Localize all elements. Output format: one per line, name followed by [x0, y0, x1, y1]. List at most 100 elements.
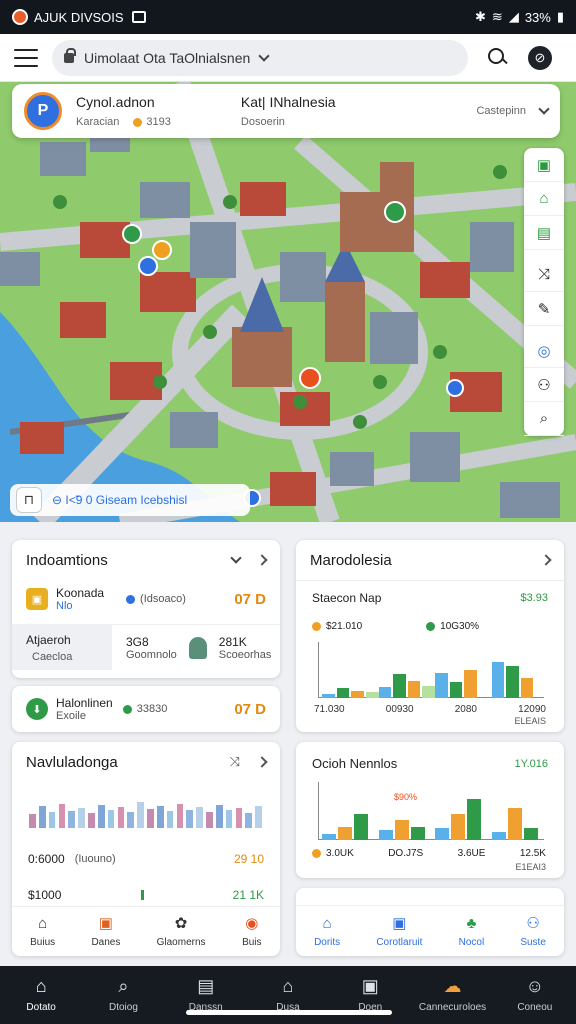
- home-indicator[interactable]: [186, 1010, 392, 1015]
- bluetooth-icon: ✱: [475, 9, 486, 24]
- address-text: Uimolaat Ota TaOlnialsnen: [84, 49, 251, 66]
- ocioh-card[interactable]: Ocioh Nennlos 1Y.016 $90% 3.0UK DO.J7S 3…: [296, 742, 564, 878]
- nav-connections[interactable]: ☁ Cannecuroloes: [417, 976, 489, 1013]
- tab-danes[interactable]: ▣ Danes: [91, 915, 120, 948]
- chevron-down-icon[interactable]: [538, 103, 550, 115]
- chart-bar: [97, 804, 105, 828]
- tab-label: Buis: [242, 937, 262, 948]
- address-bar[interactable]: Uimolaat Ota TaOlnialsnen: [52, 39, 468, 76]
- chevron-right-icon[interactable]: [540, 554, 552, 566]
- chart-bar: [38, 806, 46, 828]
- chevron-down-icon: [258, 49, 270, 62]
- nav-label: Dtoiog: [108, 1002, 138, 1013]
- chart-bar: [68, 811, 76, 828]
- status-dot-icon: [133, 117, 143, 127]
- spark-bar-chart: [28, 788, 264, 828]
- item-mid: 33830: [136, 703, 168, 715]
- city-map[interactable]: [0, 82, 576, 522]
- chart-bar: [422, 685, 435, 698]
- tab-nocol[interactable]: ♣ Nocol: [459, 915, 485, 948]
- navluladonga-card[interactable]: Navluladonga ⤨ 0:6000 (Iuouno) 29 10 $10…: [12, 742, 280, 956]
- legend-label: 10G30%: [440, 621, 480, 632]
- location-secondary: Kat| INhalnesia Dosoerin: [241, 94, 336, 128]
- calendar-icon: ▣: [392, 914, 407, 932]
- tab-corotlaruit[interactable]: ▣ Corotlaruit: [376, 915, 422, 948]
- compass-icon[interactable]: ⊘: [528, 45, 552, 70]
- top-bar: Uimolaat Ota TaOlnialsnen ⊘: [0, 34, 576, 82]
- search-icon: ⌕: [118, 976, 129, 996]
- chart-bar: [166, 811, 174, 828]
- chart-bar: [117, 807, 125, 828]
- stat-selected[interactable]: Atjaeroh Caecloa: [12, 625, 112, 670]
- nav-home[interactable]: ⌂ Dotato: [5, 976, 77, 1013]
- search-icon[interactable]: [488, 47, 508, 68]
- chart-bar: [435, 672, 448, 698]
- tab-buius[interactable]: ⌂ Buius: [30, 915, 55, 948]
- nav-image[interactable]: ▣ Doen: [334, 976, 406, 1013]
- indoamtions-card[interactable]: Indoamtions ▣ Koonada Nlo (Idsoaco) 07 D…: [12, 540, 280, 678]
- bar-chart: [318, 642, 544, 698]
- map-tool-search-icon[interactable]: ⌕: [524, 402, 564, 436]
- map-tool-book-icon[interactable]: ▣: [524, 148, 564, 182]
- chart-bar: [206, 812, 213, 828]
- card-value: 1Y.016: [514, 757, 548, 770]
- x-label: 12.5K: [519, 848, 546, 859]
- chart-bar: [393, 674, 406, 698]
- tab-suste[interactable]: ⚇ Suste: [520, 915, 546, 948]
- map-tool-home-icon[interactable]: ⌂: [524, 182, 564, 216]
- x-label: 12090: [518, 704, 546, 715]
- chevron-right-icon[interactable]: [256, 756, 268, 768]
- chevron-right-icon[interactable]: [256, 554, 268, 566]
- location-info-card[interactable]: P Cynol.adnon Karacian 3193 Kat| INhalnes…: [12, 84, 560, 138]
- stat-sub: Caecloa: [32, 651, 73, 663]
- tab-glaomerns[interactable]: ✿ Glaomerns: [157, 915, 206, 948]
- layers-icon[interactable]: ⊓: [16, 487, 42, 513]
- card-header: Ocioh Nennlos 1Y.016: [296, 742, 564, 771]
- chart-bar: [78, 808, 85, 828]
- nav-label: Dotato: [26, 1002, 56, 1013]
- nav-list[interactable]: ▤ Danssn: [170, 976, 242, 1013]
- item-value: 07 D: [234, 590, 266, 608]
- legend-label: $21.010: [326, 621, 363, 632]
- stats-row: Atjaeroh Caecloa 3G8 Goomnolo 281K Scoeo…: [12, 624, 280, 670]
- chart-bar: [451, 813, 465, 840]
- chart-bar: [127, 812, 135, 828]
- chart-bar: [449, 682, 463, 698]
- menu-icon[interactable]: [14, 48, 38, 67]
- map-bottom-text: ⊖ I<̃9 0 Giseam Icebshisl: [52, 493, 188, 507]
- chart-bar: [88, 812, 95, 828]
- gear-icon: ✿: [174, 915, 188, 932]
- map-tool-route-icon[interactable]: ⤨: [524, 258, 564, 292]
- stat-left: 0:6000: [28, 852, 65, 866]
- nav-search[interactable]: ⌕ Dtoiog: [87, 976, 159, 1013]
- x-label: 3.6UE: [457, 848, 486, 859]
- chart-bar: [29, 814, 36, 828]
- package-icon: ▣: [26, 588, 48, 610]
- stat-title: Atjaeroh: [26, 633, 71, 647]
- list-item[interactable]: ▣ Koonada Nlo (Idsoaco) 07 D: [12, 580, 280, 612]
- chart-bar: [137, 802, 144, 828]
- map-tool-edit-icon[interactable]: ✎: [524, 292, 564, 326]
- app-logo: P: [24, 92, 62, 130]
- marodolesia-card[interactable]: Marodolesia Staecon Nap $3.93 $21.010 10…: [296, 540, 564, 732]
- stat-mid: (Iuouno): [74, 853, 116, 865]
- chevron-down-icon[interactable]: [230, 552, 242, 564]
- halonlinen-card[interactable]: ⬇ Halonlinen Exoile 33830 07 D: [12, 686, 280, 732]
- x-label: DO.J7S: [388, 848, 424, 859]
- card-title: Marodolesia: [310, 551, 392, 569]
- stat-3: 281K Scoeorhas: [219, 635, 272, 661]
- map-tool-layers-icon[interactable]: ⚇: [524, 368, 564, 402]
- nav-account[interactable]: ☺ Coneou: [499, 976, 571, 1013]
- shuffle-icon[interactable]: ⤨: [230, 754, 240, 770]
- tab-label: Glaomerns: [156, 937, 206, 948]
- people-icon: ♣: [466, 914, 477, 932]
- map-tool-save-icon[interactable]: ▤: [524, 216, 564, 250]
- tab-dorits[interactable]: ⌂ Dorits: [314, 915, 340, 948]
- stat-row: 0:6000 (Iuouno) 29 10: [28, 852, 264, 866]
- card-header: Navluladonga ⤨: [12, 742, 280, 782]
- map-tool-locate-icon[interactable]: ◎: [524, 334, 564, 368]
- tab-buis[interactable]: ◉ Buis: [242, 915, 262, 948]
- quick-actions-card: ⌂ Dorits ▣ Corotlaruit ♣ Nocol ⚇ Suste: [296, 888, 564, 956]
- chart-sub-value: $3.93: [520, 592, 548, 604]
- nav-place[interactable]: ⌂ Dusa: [252, 976, 324, 1013]
